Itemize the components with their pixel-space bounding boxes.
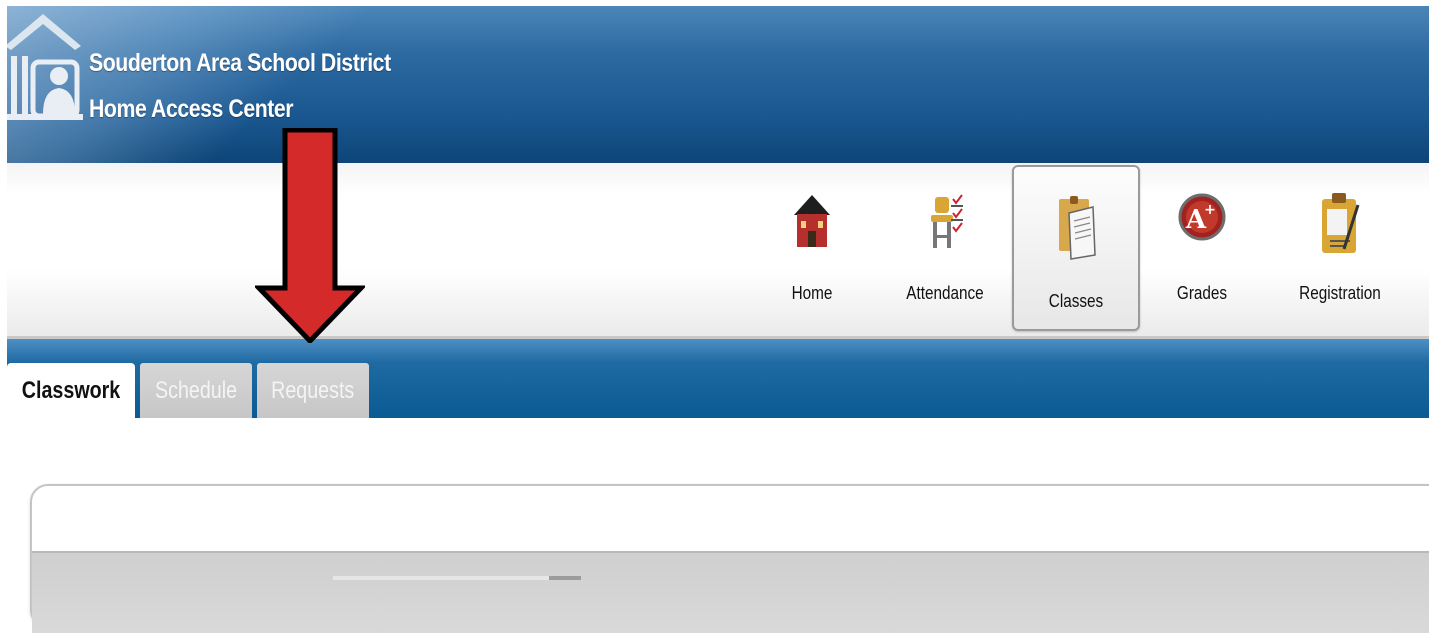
filter-dropdown[interactable]	[333, 576, 581, 580]
attendance-checklist-icon	[931, 194, 963, 248]
svg-text:+: +	[1204, 202, 1216, 218]
page: Souderton Area School District Home Acce…	[0, 0, 1429, 633]
school-building-logo-icon	[7, 14, 83, 120]
nav-item-attendance[interactable]: Attendance	[895, 163, 995, 328]
red-down-arrow-icon	[255, 128, 365, 343]
tab-requests-label: Requests	[271, 377, 355, 404]
content-panel	[30, 484, 1429, 633]
schoolhouse-icon	[794, 195, 830, 247]
nav-item-home[interactable]: Home	[779, 163, 845, 328]
header-banner: Souderton Area School District Home Acce…	[7, 6, 1429, 163]
main-navbar: Home Attendance Classes A + Grades Regis…	[7, 163, 1429, 339]
nav-label-grades: Grades	[1176, 283, 1228, 303]
nav-label-attendance: Attendance	[906, 283, 984, 303]
tab-classwork-label: Classwork	[21, 377, 121, 404]
tab-classwork[interactable]: Classwork	[7, 363, 135, 418]
nav-item-grades[interactable]: A + Grades	[1167, 163, 1237, 328]
tab-requests[interactable]: Requests	[257, 363, 369, 418]
tab-schedule-label: Schedule	[154, 377, 238, 404]
nav-label-registration: Registration	[1299, 283, 1381, 303]
grades-aplus-icon: A +	[1178, 193, 1226, 241]
app-name: Home Access Center	[89, 95, 294, 123]
nav-label-home: Home	[791, 283, 833, 303]
classes-folder-icon	[1059, 196, 1096, 260]
nav-label-classes: Classes	[1048, 291, 1104, 311]
registration-clipboard-icon	[1322, 193, 1360, 253]
nav-item-registration[interactable]: Registration	[1285, 163, 1395, 328]
content-panel-toolbar	[32, 551, 1429, 633]
tab-schedule[interactable]: Schedule	[140, 363, 252, 418]
district-name: Souderton Area School District	[89, 49, 391, 77]
nav-item-classes[interactable]: Classes	[1012, 165, 1140, 331]
sub-tab-bar: Classwork Schedule Requests	[7, 339, 1429, 418]
